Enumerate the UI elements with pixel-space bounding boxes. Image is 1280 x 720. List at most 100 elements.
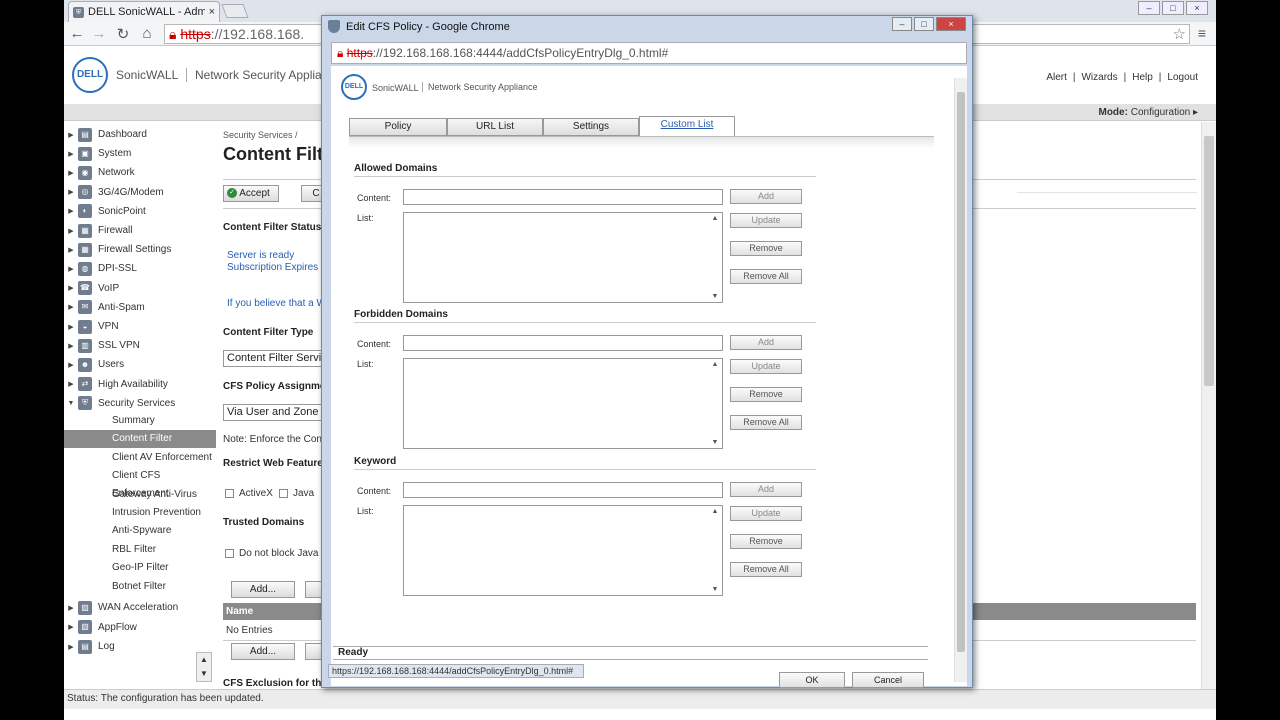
scroll-up-icon[interactable]: ▲ — [200, 655, 208, 664]
chevron-right-icon[interactable]: ▶ — [64, 380, 78, 388]
add-trusted-domain-button[interactable]: Add... — [231, 581, 295, 598]
popup-close-button[interactable]: × — [936, 17, 966, 31]
sidebar-item[interactable]: ▶ ⇄ High Availability — [64, 375, 216, 394]
popup-scrollbar[interactable] — [954, 78, 967, 682]
back-arrow-icon[interactable]: ← — [68, 25, 86, 42]
list-scrollbar[interactable]: ▲ ▼ — [709, 507, 721, 594]
allowed-domains-remove-button[interactable]: Remove — [730, 241, 802, 256]
sidebar-subitem[interactable]: Content Filter — [64, 430, 216, 449]
java-option[interactable]: Java — [279, 488, 314, 499]
sidebar-item[interactable]: ▶ ▥ SSL VPN — [64, 336, 216, 355]
sidebar-item[interactable]: ▶ ☎ VoIP — [64, 279, 216, 298]
activex-option[interactable]: ActiveX — [225, 488, 273, 499]
sidebar-subitem[interactable]: Gateway Anti-Virus — [64, 486, 216, 504]
sidebar-subitem[interactable]: Intrusion Prevention — [64, 504, 216, 522]
tab-close-icon[interactable]: × — [209, 6, 215, 18]
new-tab-button[interactable] — [221, 4, 249, 18]
keyword-list[interactable]: ▲ ▼ — [403, 505, 723, 596]
sidebar-subitem[interactable]: Botnet Filter — [64, 578, 216, 596]
chevron-right-icon[interactable]: ▶ — [64, 361, 78, 369]
allowed-domains-update-button[interactable]: Update — [730, 213, 802, 228]
scroll-up-icon[interactable]: ▲ — [709, 508, 721, 515]
sidebar-item[interactable]: ▶ ✉ Anti-Spam — [64, 298, 216, 317]
sidebar-subitem[interactable]: Client AV Enforcement — [64, 449, 216, 467]
help-link[interactable]: Help — [1132, 72, 1153, 83]
forbidden-domains-remove-all-button[interactable]: Remove All — [730, 415, 802, 430]
allowed-domains-content-input[interactable] — [403, 189, 723, 205]
scroll-down-icon[interactable]: ▼ — [709, 293, 721, 300]
sidebar-item[interactable]: ▶ ▦ Firewall — [64, 221, 216, 240]
sidebar-item[interactable]: ▶ ◒ VPN — [64, 317, 216, 336]
chevron-right-icon[interactable]: ▶ — [64, 188, 78, 196]
scroll-down-icon[interactable]: ▼ — [200, 669, 208, 678]
sidebar-subitem[interactable]: RBL Filter — [64, 541, 216, 559]
no-block-java-option[interactable]: Do not block Java / — [225, 548, 324, 559]
java-checkbox[interactable] — [279, 488, 288, 498]
keyword-content-input[interactable] — [403, 482, 723, 498]
minimize-button[interactable]: – — [1138, 1, 1160, 15]
sidebar-subitem[interactable]: Anti-Spyware — [64, 522, 216, 540]
home-icon[interactable]: ⌂ — [138, 25, 156, 42]
chrome-menu-icon[interactable]: ≡ — [1198, 25, 1206, 41]
sidebar-item[interactable]: ▶ ◎ 3G/4G/Modem — [64, 183, 216, 202]
popup-cancel-button[interactable]: Cancel — [852, 672, 924, 688]
forbidden-domains-content-input[interactable] — [403, 335, 723, 351]
popup-minimize-button[interactable]: – — [892, 17, 912, 31]
scroll-up-icon[interactable]: ▲ — [709, 361, 721, 368]
forward-arrow-icon[interactable]: → — [90, 25, 108, 42]
scroll-down-icon[interactable]: ▼ — [709, 439, 721, 446]
chevron-right-icon[interactable]: ▶ — [64, 643, 78, 651]
alert-link[interactable]: Alert — [1046, 72, 1067, 83]
sidebar-item[interactable]: ▶ ☻ Users — [64, 355, 216, 374]
chevron-right-icon[interactable]: ▶ — [64, 207, 78, 215]
browser-tab[interactable]: ⛨ DELL SonicWALL - Admin × — [68, 1, 220, 22]
report-link[interactable]: If you believe that a W — [227, 298, 326, 309]
keyword-update-button[interactable]: Update — [730, 506, 802, 521]
forbidden-domains-add-button[interactable]: Add — [730, 335, 802, 350]
chevron-right-icon[interactable]: ▶ — [64, 323, 78, 331]
maximize-button[interactable]: □ — [1162, 1, 1184, 15]
chevron-right-icon[interactable]: ▶ — [64, 150, 78, 158]
chevron-right-icon[interactable]: ▶ — [64, 623, 78, 631]
ok-button[interactable]: OK — [779, 672, 845, 688]
list-scrollbar[interactable]: ▲ ▼ — [709, 360, 721, 447]
chevron-right-icon[interactable]: ▶ — [64, 169, 78, 177]
sidebar-subitem[interactable]: Summary — [64, 412, 216, 430]
sidebar-item[interactable]: ▶ ◐ SonicPoint — [64, 202, 216, 221]
close-window-button[interactable]: × — [1186, 1, 1208, 15]
filter-type-select[interactable]: Content Filter Servi — [223, 350, 323, 367]
activex-checkbox[interactable] — [225, 488, 234, 498]
chevron-right-icon[interactable]: ▶ — [64, 227, 78, 235]
chevron-right-icon[interactable]: ▶ — [64, 265, 78, 273]
chevron-right-icon[interactable]: ▶ — [64, 284, 78, 292]
list-scrollbar[interactable]: ▲ ▼ — [709, 214, 721, 301]
tab-url-list[interactable]: URL List — [447, 118, 543, 136]
no-block-java-checkbox[interactable] — [225, 548, 234, 558]
scrollbar-thumb[interactable] — [1204, 136, 1214, 386]
sidebar-item[interactable]: ▶ ▤ Log — [64, 637, 216, 656]
sidebar-item[interactable]: ▶ ◉ Network — [64, 163, 216, 182]
scroll-up-icon[interactable]: ▲ — [709, 215, 721, 222]
forbidden-domains-update-button[interactable]: Update — [730, 359, 802, 374]
forbidden-domains-remove-button[interactable]: Remove — [730, 387, 802, 402]
keyword-remove-all-button[interactable]: Remove All — [730, 562, 802, 577]
chevron-down-icon[interactable]: ▼ — [64, 400, 78, 407]
sidebar-item[interactable]: ▶ ▧ AppFlow — [64, 618, 216, 637]
keyword-add-button[interactable]: Add — [730, 482, 802, 497]
sidebar-item[interactable]: ▶ ▨ WAN Acceleration — [64, 598, 216, 617]
tab-policy[interactable]: Policy — [349, 118, 447, 136]
accept-button[interactable]: ✓ Accept — [223, 185, 279, 202]
chevron-right-icon[interactable]: ▶ — [64, 303, 78, 311]
tab-custom-list[interactable]: Custom List — [639, 116, 735, 136]
sidebar-scroll-buttons[interactable]: ▲ ▼ — [196, 652, 212, 682]
policy-assignment-select[interactable]: Via User and Zone S — [223, 404, 323, 421]
sidebar-item[interactable]: ▶ ▣ System — [64, 144, 216, 163]
scroll-down-icon[interactable]: ▼ — [709, 586, 721, 593]
sidebar-subitem[interactable]: Geo-IP Filter — [64, 559, 216, 577]
add-exclusion-button[interactable]: Add... — [231, 643, 295, 660]
logout-link[interactable]: Logout — [1167, 72, 1198, 83]
tab-settings[interactable]: Settings — [543, 118, 639, 136]
chevron-right-icon[interactable]: ▶ — [64, 131, 78, 139]
sidebar-subitem[interactable]: Client CFS Enforcement — [64, 467, 216, 499]
sidebar-item[interactable]: ▶ ▦ Firewall Settings — [64, 240, 216, 259]
